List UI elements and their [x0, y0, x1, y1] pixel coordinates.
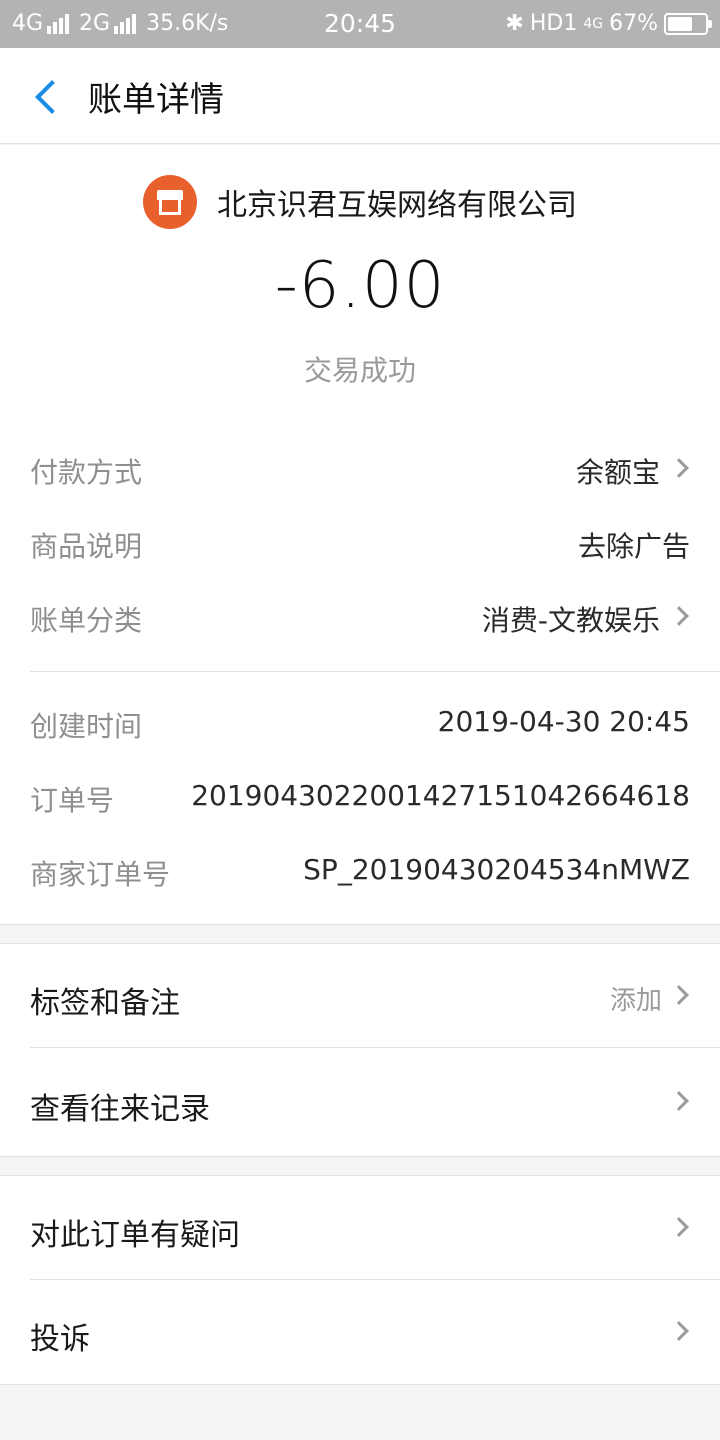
created-time-value: 2019-04-30 20:45 — [437, 705, 690, 738]
merchant: 北京识君互娱网络有限公司 — [0, 175, 720, 229]
complaint-label: 投诉 — [30, 1322, 90, 1357]
created-time-label: 创建时间 — [30, 710, 143, 743]
payment-method-row[interactable]: 付款方式 余额宝 — [30, 445, 690, 495]
view-history-label: 查看往来记录 — [30, 1092, 210, 1127]
battery-fill — [668, 16, 692, 31]
product-description-value: 去除广告 — [577, 530, 690, 563]
divider — [30, 671, 720, 672]
complaint-row[interactable]: 投诉 — [0, 1280, 720, 1384]
bill-category-label: 账单分类 — [30, 604, 143, 637]
product-description-row: 商品说明 去除广告 — [30, 519, 690, 569]
chevron-right-icon — [669, 1321, 689, 1341]
hd-label: HD1 — [529, 11, 578, 36]
bill-category-row[interactable]: 账单分类 消费-文教娱乐 — [30, 593, 690, 643]
header-bar: 账单详情 — [0, 48, 720, 144]
chevron-right-icon — [669, 985, 689, 1005]
menu-group-help: 对此订单有疑问 投诉 — [0, 1175, 720, 1385]
amount: -6.00 — [274, 249, 446, 323]
payment-method-value: 余额宝 — [575, 456, 660, 489]
tags-notes-row[interactable]: 标签和备注 添加 — [0, 944, 720, 1048]
shop-icon — [143, 175, 197, 229]
battery-icon — [664, 12, 712, 35]
back-button[interactable] — [24, 72, 72, 120]
status-bar: 4G 2G 35.6K/s 20:45 ✱ HD1 4G 67% — [0, 0, 720, 48]
page-title: 账单详情 — [88, 80, 224, 120]
order-number-row: 订单号 2019043022001427151042664618 — [30, 773, 690, 823]
transaction-status: 交易成功 — [303, 354, 416, 387]
status-bar-right: ✱ HD1 4G 67% — [505, 11, 712, 36]
menu-group-tags: 标签和备注 添加 查看往来记录 — [0, 943, 720, 1157]
merchant-order-number-row: 商家订单号 SP_20190430204534nMWZ — [30, 847, 690, 897]
created-time-row: 创建时间 2019-04-30 20:45 — [30, 699, 690, 749]
view-history-row[interactable]: 查看往来记录 — [0, 1050, 720, 1154]
chevron-right-icon — [669, 458, 689, 478]
order-number-value: 2019043022001427151042664618 — [191, 779, 690, 812]
tags-notes-label: 标签和备注 — [30, 986, 180, 1021]
chevron-right-icon — [669, 1091, 689, 1111]
bill-summary: 北京识君互娱网络有限公司 -6.00 交易成功 付款方式 余额宝 商品说明 去除… — [0, 145, 720, 925]
order-question-row[interactable]: 对此订单有疑问 — [0, 1176, 720, 1280]
bill-category-value: 消费-文教娱乐 — [481, 604, 660, 637]
battery-percent: 67% — [609, 11, 658, 36]
add-label: 添加 — [609, 986, 662, 1016]
chevron-right-icon — [669, 606, 689, 626]
network-type-label: 4G — [583, 15, 604, 32]
order-number-label: 订单号 — [30, 784, 115, 817]
bluetooth-icon: ✱ — [505, 11, 524, 36]
merchant-name: 北京识君互娱网络有限公司 — [217, 188, 577, 223]
order-question-label: 对此订单有疑问 — [30, 1218, 240, 1253]
product-description-label: 商品说明 — [30, 530, 143, 563]
merchant-order-number-label: 商家订单号 — [30, 858, 171, 891]
payment-method-label: 付款方式 — [30, 456, 143, 489]
merchant-order-number-value: SP_20190430204534nMWZ — [303, 853, 690, 886]
chevron-right-icon — [669, 1217, 689, 1237]
